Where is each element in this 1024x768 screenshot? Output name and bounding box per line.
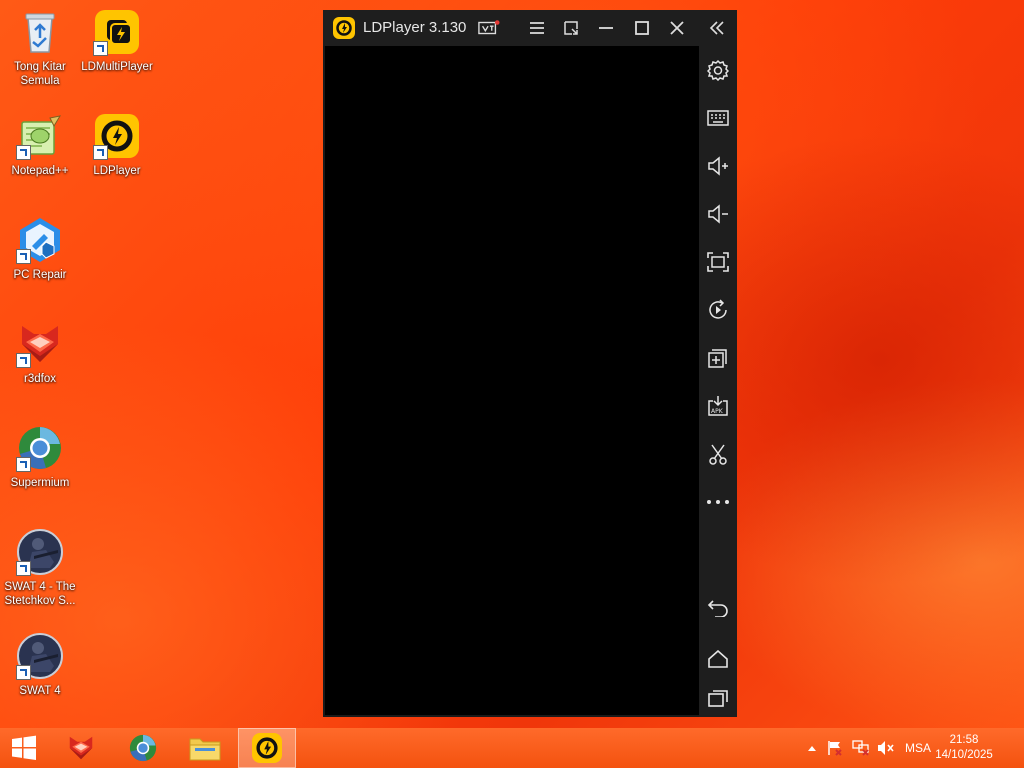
taskbar: MSA 21:58 14/10/2025 [0, 728, 1024, 768]
clock-date: 14/10/2025 [935, 749, 993, 761]
back-icon[interactable] [706, 596, 730, 620]
ldplayer-icon [252, 733, 282, 763]
ldmultiplayer-icon [93, 8, 141, 56]
screenshot-cut-icon[interactable] [706, 442, 730, 466]
collapse-sidebar-icon[interactable] [706, 17, 728, 39]
start-button[interactable] [0, 728, 48, 768]
minimize-icon[interactable] [595, 17, 617, 39]
fullscreen-icon[interactable] [706, 250, 730, 274]
network-icon[interactable] [850, 728, 872, 768]
desktop: Tong Kitar Semula LDMultiPlayer Notepad+ [0, 0, 1024, 768]
settings-icon[interactable] [706, 58, 730, 82]
desktop-icon-label: SWAT 4 - The Stetchkov S... [4, 581, 76, 607]
ldplayer-title: LDPlayer 3.130 [363, 19, 467, 36]
restore-size-icon[interactable] [560, 17, 582, 39]
swat4-expansion-icon [16, 528, 64, 576]
ldplayer-logo-icon [333, 17, 355, 39]
more-icon[interactable] [706, 490, 730, 514]
pc-repair-icon [16, 216, 64, 264]
rotate-icon[interactable] [706, 298, 730, 322]
swat4-icon [16, 632, 64, 680]
menu-icon[interactable] [526, 17, 548, 39]
supermium-icon [129, 734, 157, 762]
clock-time: 21:58 [949, 734, 979, 746]
install-apk-icon[interactable]: APK [706, 394, 730, 418]
taskbar-supermium[interactable] [114, 728, 172, 768]
emulator-screen[interactable] [325, 46, 699, 715]
volume-up-icon[interactable] [706, 154, 730, 178]
close-icon[interactable] [666, 17, 688, 39]
ldplayer-window: LDPlayer 3.130 APK [323, 10, 737, 717]
action-center-flag-icon[interactable] [825, 728, 845, 768]
desktop-icon-label: LDPlayer [93, 165, 141, 177]
desktop-icon-supermium[interactable]: Supermium [0, 424, 80, 490]
taskbar-file-explorer[interactable] [176, 728, 234, 768]
volume-muted-icon[interactable] [876, 728, 896, 768]
maximize-icon[interactable] [631, 17, 653, 39]
taskbar-ldplayer[interactable] [238, 728, 296, 768]
desktop-icon-swat4-expansion[interactable]: SWAT 4 - The Stetchkov S... [0, 528, 80, 608]
clock[interactable]: 21:58 14/10/2025 [928, 733, 1000, 763]
desktop-icon-label: Notepad++ [11, 165, 69, 177]
desktop-icon-r3dfox[interactable]: r3dfox [0, 320, 80, 386]
desktop-icon-label: Supermium [10, 477, 70, 489]
svg-text:APK: APK [711, 408, 724, 415]
r3dfox-icon [16, 320, 64, 368]
desktop-icon-label: PC Repair [13, 269, 67, 281]
desktop-icon-label: r3dfox [24, 373, 56, 385]
recent-apps-icon[interactable] [706, 686, 730, 710]
desktop-icon-label: Tong Kitar Semula [14, 61, 66, 87]
ldplayer-titlebar[interactable]: LDPlayer 3.130 [323, 10, 737, 46]
windows-logo-icon [12, 735, 36, 760]
desktop-icon-ldmultiplayer[interactable]: LDMultiPlayer [77, 8, 157, 74]
volume-down-icon[interactable] [706, 202, 730, 226]
chevron-up-icon [808, 746, 816, 751]
notepad-plus-plus-icon [16, 112, 64, 160]
desktop-icon-recycle-bin[interactable]: Tong Kitar Semula [0, 8, 80, 88]
supermium-icon [16, 424, 64, 472]
desktop-icon-ldplayer[interactable]: LDPlayer [77, 112, 157, 178]
show-hidden-icons-button[interactable] [805, 728, 819, 768]
taskbar-r3dfox[interactable] [52, 728, 110, 768]
desktop-icon-label: SWAT 4 [19, 685, 61, 697]
desktop-icon-notepad-plus-plus[interactable]: Notepad++ [0, 112, 80, 178]
keyboard-icon[interactable] [706, 106, 730, 130]
recycle-bin-icon [16, 8, 64, 56]
desktop-icon-swat4[interactable]: SWAT 4 [0, 632, 80, 698]
desktop-icon-pc-repair[interactable]: PC Repair [0, 216, 80, 282]
virtualization-icon[interactable] [478, 17, 500, 39]
folder-icon [189, 738, 221, 761]
ldplayer-icon [93, 112, 141, 160]
ldplayer-sidebar: APK [699, 46, 737, 717]
desktop-icon-label: LDMultiPlayer [81, 61, 153, 73]
multi-instance-icon[interactable] [706, 346, 730, 370]
home-icon[interactable] [706, 647, 730, 671]
r3dfox-icon [69, 736, 93, 760]
